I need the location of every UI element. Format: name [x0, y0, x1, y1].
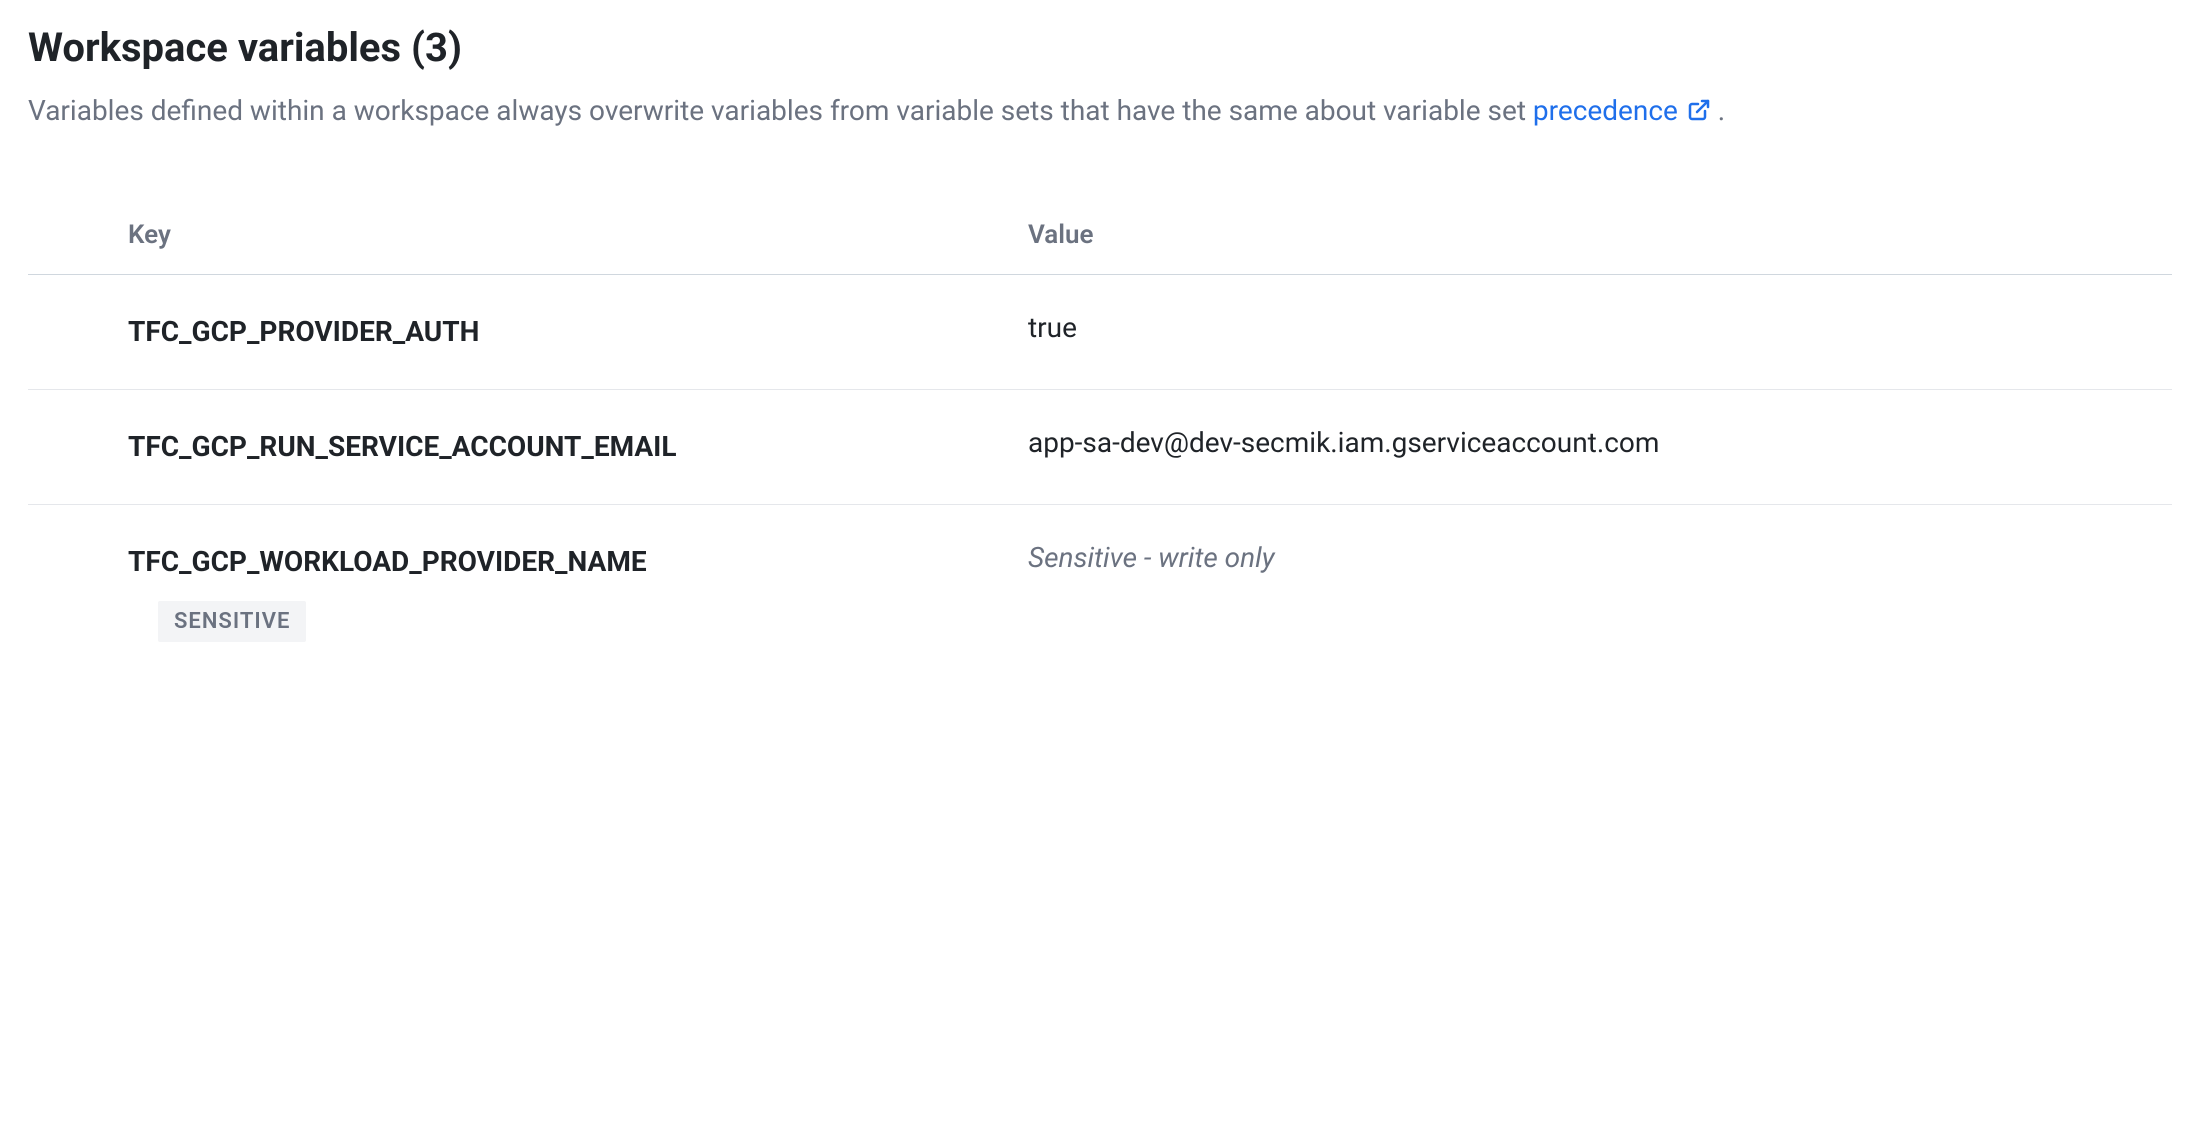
cell-key: TFC_GCP_RUN_SERVICE_ACCOUNT_EMAIL: [128, 426, 1028, 468]
variables-table: Key Value TFC_GCP_PROVIDER_AUTHtrueTFC_G…: [28, 196, 2172, 678]
variable-key: TFC_GCP_WORKLOAD_PROVIDER_NAME: [128, 541, 688, 583]
external-link-icon: [1687, 98, 1711, 122]
description-text: Variables defined within a workspace alw…: [28, 94, 1533, 127]
page-description: Variables defined within a workspace alw…: [28, 91, 2172, 132]
variable-value: Sensitive - write only: [1028, 541, 2172, 574]
cell-key: TFC_GCP_PROVIDER_AUTH: [128, 311, 1028, 353]
page-title-text: Workspace variables: [28, 24, 401, 71]
page-title: Workspace variables (3): [28, 24, 2172, 71]
variable-value: app-sa-dev@dev-secmik.iam.gserviceaccoun…: [1028, 426, 2172, 459]
precedence-link-text: precedence: [1533, 94, 1678, 127]
variable-value: true: [1028, 311, 2172, 344]
sensitive-badge: SENSITIVE: [158, 601, 306, 642]
precedence-link[interactable]: precedence: [1533, 94, 1718, 127]
column-header-key: Key: [128, 220, 1028, 250]
variable-count: 3: [425, 24, 448, 71]
table-row: TFC_GCP_PROVIDER_AUTH true: [28, 275, 2172, 390]
table-row: TFC_GCP_RUN_SERVICE_ACCOUNT_EMAIL app-sa-…: [28, 390, 2172, 505]
column-header-value: Value: [1028, 220, 2172, 250]
description-post: .: [1718, 94, 1725, 127]
table-header: Key Value: [28, 196, 2172, 275]
cell-key: TFC_GCP_WORKLOAD_PROVIDER_NAME SENSITIVE: [128, 541, 1028, 642]
variable-key: TFC_GCP_PROVIDER_AUTH: [128, 311, 688, 353]
table-row: TFC_GCP_WORKLOAD_PROVIDER_NAME SENSITIVE S…: [28, 505, 2172, 678]
table-body: TFC_GCP_PROVIDER_AUTH true TFC_GCP_RUN_SER…: [28, 275, 2172, 678]
variable-key: TFC_GCP_RUN_SERVICE_ACCOUNT_EMAIL: [128, 426, 688, 468]
